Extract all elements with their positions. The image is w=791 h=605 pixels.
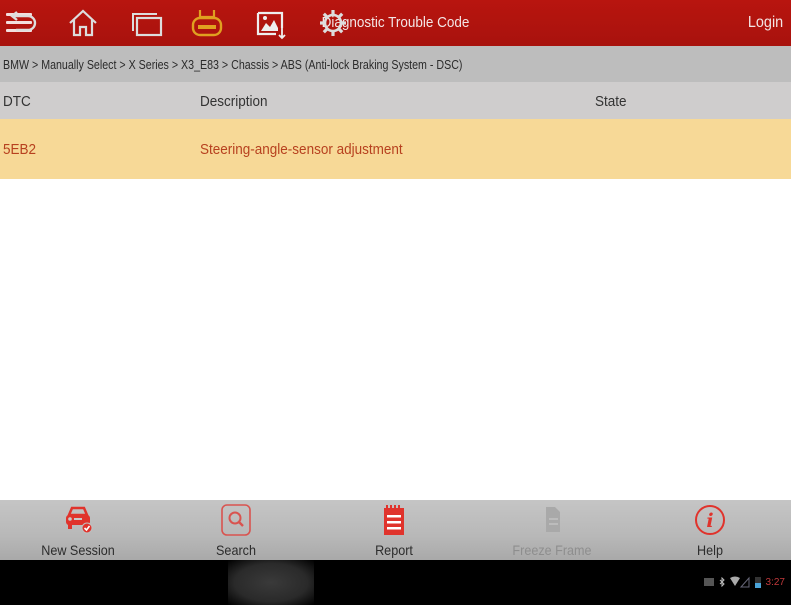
status-bar: 3:27: [703, 574, 785, 590]
home-icon[interactable]: [66, 6, 100, 40]
search-icon: [221, 504, 251, 536]
dtc-description: Steering-angle-sensor adjustment: [200, 141, 403, 158]
info-icon: i: [695, 505, 725, 535]
column-header-state: State: [595, 93, 627, 110]
wifi-signal-icon: [729, 576, 750, 588]
search-button[interactable]: Search: [171, 500, 301, 560]
table-header: DTC Description State: [0, 82, 791, 119]
recent-apps-icon[interactable]: [130, 6, 164, 40]
table-row[interactable]: 5EB2 Steering-angle-sensor adjustment: [0, 119, 791, 179]
column-header-description: Description: [200, 93, 268, 110]
bottom-toolbar: New Session Search Report Freeze Frame i…: [0, 500, 791, 560]
screenshot-icon[interactable]: [254, 6, 288, 40]
battery-icon: [754, 577, 761, 588]
svg-text:i: i: [706, 510, 713, 532]
system-navigation-bar: [0, 560, 791, 605]
report-button[interactable]: Report: [329, 500, 459, 560]
search-label: Search: [216, 542, 256, 558]
screen-icon: [703, 578, 714, 586]
report-notepad-icon: [384, 505, 404, 535]
car-check-icon: [66, 506, 93, 534]
launch-app-icon[interactable]: [190, 6, 224, 40]
settings-icon[interactable]: [316, 6, 350, 40]
report-label: Report: [375, 542, 413, 558]
app-header: Diagnostic Trouble Code Login: [0, 0, 791, 46]
freeze-frame-button[interactable]: Freeze Frame: [487, 500, 617, 560]
dtc-code: 5EB2: [3, 141, 37, 158]
breadcrumb: BMW > Manually Select > X Series > X3_E8…: [0, 46, 791, 82]
nav-highlight: [228, 560, 314, 605]
breadcrumb-text: BMW > Manually Select > X Series > X3_E8…: [3, 57, 463, 72]
new-session-label: New Session: [41, 542, 115, 558]
new-session-button[interactable]: New Session: [13, 500, 143, 560]
help-button[interactable]: i Help: [645, 500, 775, 560]
back-icon[interactable]: [6, 6, 40, 40]
login-button[interactable]: Login: [748, 14, 783, 32]
bluetooth-icon: [719, 577, 725, 587]
column-header-dtc: DTC: [3, 93, 31, 110]
freeze-frame-label: Freeze Frame: [512, 542, 592, 558]
freeze-frame-document-icon: [546, 507, 560, 532]
clock: 3:27: [765, 576, 785, 588]
help-label: Help: [697, 542, 723, 558]
